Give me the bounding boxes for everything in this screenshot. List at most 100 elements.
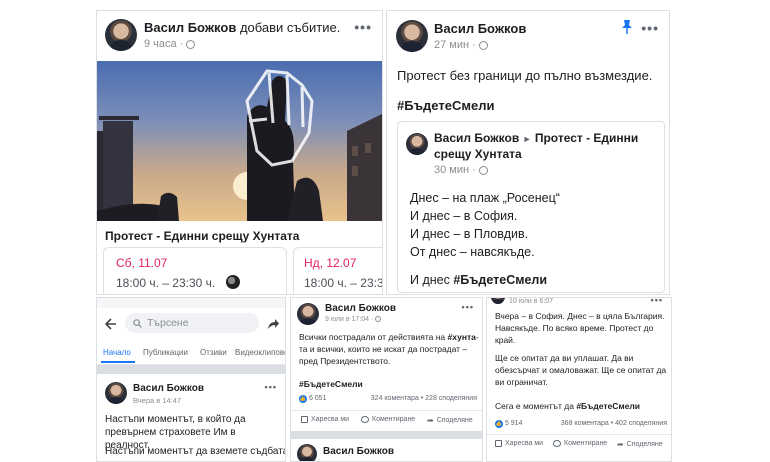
arrow-icon: ►: [522, 134, 532, 144]
more-options-button[interactable]: •••: [462, 302, 474, 312]
president-post-panel: Васил Божков 9 юли в 17:04 · ••• Всички …: [290, 297, 483, 462]
shared-final-line: И днес #БъдетеСмели: [410, 271, 560, 289]
event-title[interactable]: Протест - Единни срещу Хунтата: [105, 229, 299, 243]
post-hashtag[interactable]: #БъдетеСмели: [299, 379, 363, 389]
more-options-button[interactable]: •••: [265, 382, 277, 392]
thumbs-up-icon: [301, 416, 308, 423]
post-stats[interactable]: 368 коментара • 402 споделяния: [561, 420, 667, 427]
shared-author-name[interactable]: Васил Божков: [434, 131, 519, 145]
comment-icon: [553, 440, 561, 447]
event-day-label: Нд, 12.07: [304, 256, 357, 270]
next-post-author[interactable]: Васил Божков: [323, 446, 394, 457]
event-hours-label: 18:00 ч. – 23:30 ч.: [304, 276, 383, 290]
more-options-button[interactable]: •••: [641, 20, 659, 36]
tab-posts[interactable]: Публикации: [143, 348, 188, 357]
globe-icon: [375, 316, 382, 323]
post-text-part: Сега е моментът да: [495, 401, 577, 411]
comment-button[interactable]: Коментиране: [361, 416, 415, 423]
author-name[interactable]: Васил Божков: [133, 383, 204, 394]
shared-post-card[interactable]: Васил Божков ► Протест - Единни срещу Ху…: [397, 121, 665, 293]
post-stats[interactable]: 324 коментара • 228 споделяния: [371, 395, 477, 402]
share-icon[interactable]: [267, 318, 280, 330]
comment-icon: [361, 416, 369, 423]
post-text: Всички пострадали от действията на #хунт…: [299, 331, 479, 367]
shared-post-time[interactable]: 30 мин: [434, 164, 469, 176]
search-input[interactable]: Търсене: [125, 313, 259, 333]
attendee-avatar: [226, 275, 240, 289]
like-label: Харесва ми: [311, 416, 350, 423]
post-hashtag[interactable]: #БъдетеСмели: [397, 98, 494, 113]
post-meta: 9 юли в 17:04 ·: [325, 316, 382, 323]
post-time[interactable]: Вчера в 14:47: [133, 396, 181, 405]
event-date-card-1[interactable]: Сб, 11.07 18:00 ч. – 23:30 ч.: [103, 247, 287, 294]
protest-silhouette-image: [97, 69, 382, 221]
like-reaction-icon: 👍: [495, 420, 503, 428]
inline-hashtag[interactable]: #хунта: [448, 332, 476, 342]
post-hashtag[interactable]: #БъдетеСмели: [576, 401, 640, 411]
shared-post-meta: 30 мин ·: [434, 164, 488, 176]
tab-videos[interactable]: Видеоклипове: [235, 348, 285, 357]
post-header: Васил Божков добави събитие.: [144, 20, 340, 35]
post-time[interactable]: 27 мин: [434, 39, 469, 51]
more-options-button[interactable]: •••: [651, 298, 663, 305]
event-date-card-2[interactable]: Нд, 12.07 18:00 ч. – 23:30 ч.: [293, 247, 383, 294]
author-avatar[interactable]: [105, 382, 127, 404]
share-button[interactable]: ➦ Споделяне: [617, 440, 663, 449]
author-name[interactable]: Васил Божков: [144, 20, 236, 35]
mobile-app-panel: Търсене Начало Публикации Отзиви Видеокл…: [96, 297, 286, 462]
post-text-part: Всички пострадали от действията на: [299, 332, 448, 342]
shared-line: И днес – в Пловдив.: [410, 227, 529, 241]
author-avatar[interactable]: [105, 19, 137, 51]
author-avatar[interactable]: [297, 303, 319, 325]
comment-label: Коментиране: [564, 440, 608, 447]
globe-icon: [478, 40, 488, 50]
post-time[interactable]: 10 юли в 6:07: [509, 298, 553, 305]
post-text: Протест без граници до пълно възмездие.: [397, 68, 653, 83]
event-hours-label: 18:00 ч. – 23:30 ч.: [116, 276, 216, 290]
share-button[interactable]: ➦ Споделяне: [427, 416, 473, 425]
post-paragraph-3: Сега е моментът да #БъдетеСмели: [495, 401, 671, 411]
globe-icon: [478, 165, 488, 175]
shared-author-avatar[interactable]: [406, 133, 428, 155]
shared-line: От днес – навсякъде.: [410, 245, 535, 259]
author-avatar[interactable]: [396, 20, 428, 52]
like-button[interactable]: Харесва ми: [495, 440, 543, 447]
reactions-row: 👍 5 914 368 коментара • 402 споделяния: [495, 420, 667, 428]
shared-post-body: Днес – на плаж „Росенец“ И днес – в Софи…: [410, 189, 560, 289]
post-time[interactable]: 9 часа: [144, 38, 177, 50]
like-button[interactable]: Харесва ми: [301, 416, 349, 423]
shared-final-text: И днес: [410, 273, 454, 287]
more-options-button[interactable]: •••: [354, 19, 372, 35]
search-placeholder: Търсене: [147, 317, 189, 329]
comment-button[interactable]: Коментиране: [553, 440, 607, 447]
tab-home[interactable]: Начало: [103, 348, 131, 357]
author-name[interactable]: Васил Божков: [325, 303, 396, 314]
tab-reviews[interactable]: Отзиви: [200, 348, 227, 357]
comment-label: Коментиране: [372, 416, 416, 423]
reaction-count[interactable]: 6 051: [309, 395, 327, 402]
action-bar: Харесва ми Коментиране ➦ Споделяне: [291, 410, 482, 432]
reaction-count[interactable]: 5 914: [505, 420, 523, 427]
post-text-continued: Настъпи моментът да вземете съдбата си в: [105, 446, 286, 457]
page-tabs: Начало Публикации Отзиви Видеоклипове: [97, 342, 285, 365]
back-arrow-icon[interactable]: [105, 318, 117, 330]
globe-icon: [186, 39, 196, 49]
event-day-label: Сб, 11.07: [116, 256, 168, 270]
status-bar: [97, 298, 285, 308]
action-bar: Харесва ми Коментиране ➦ Споделяне: [487, 434, 671, 455]
post-time[interactable]: 9 юли в 17:04: [325, 316, 369, 323]
section-gap: [97, 365, 285, 374]
next-post-avatar[interactable]: [297, 444, 317, 461]
post-meta: 9 часа ·: [144, 38, 196, 50]
author-name[interactable]: Васил Божков: [434, 21, 526, 36]
search-icon: [133, 319, 142, 328]
author-avatar[interactable]: [491, 298, 505, 304]
mobile-top-bar: Търсене: [97, 308, 285, 340]
shared-final-hashtag[interactable]: #БъдетеСмели: [453, 273, 547, 287]
pin-icon: [622, 20, 632, 34]
share-arrow-icon: ➦: [427, 416, 434, 425]
continued-post-panel: 10 юли в 6:07 ••• Вчера – в София. Днес …: [486, 297, 672, 462]
event-cover-photo[interactable]: [97, 61, 382, 221]
shared-line: Днес – на плаж „Росенец“: [410, 191, 560, 205]
post-action-text: добави събитие.: [239, 20, 341, 35]
